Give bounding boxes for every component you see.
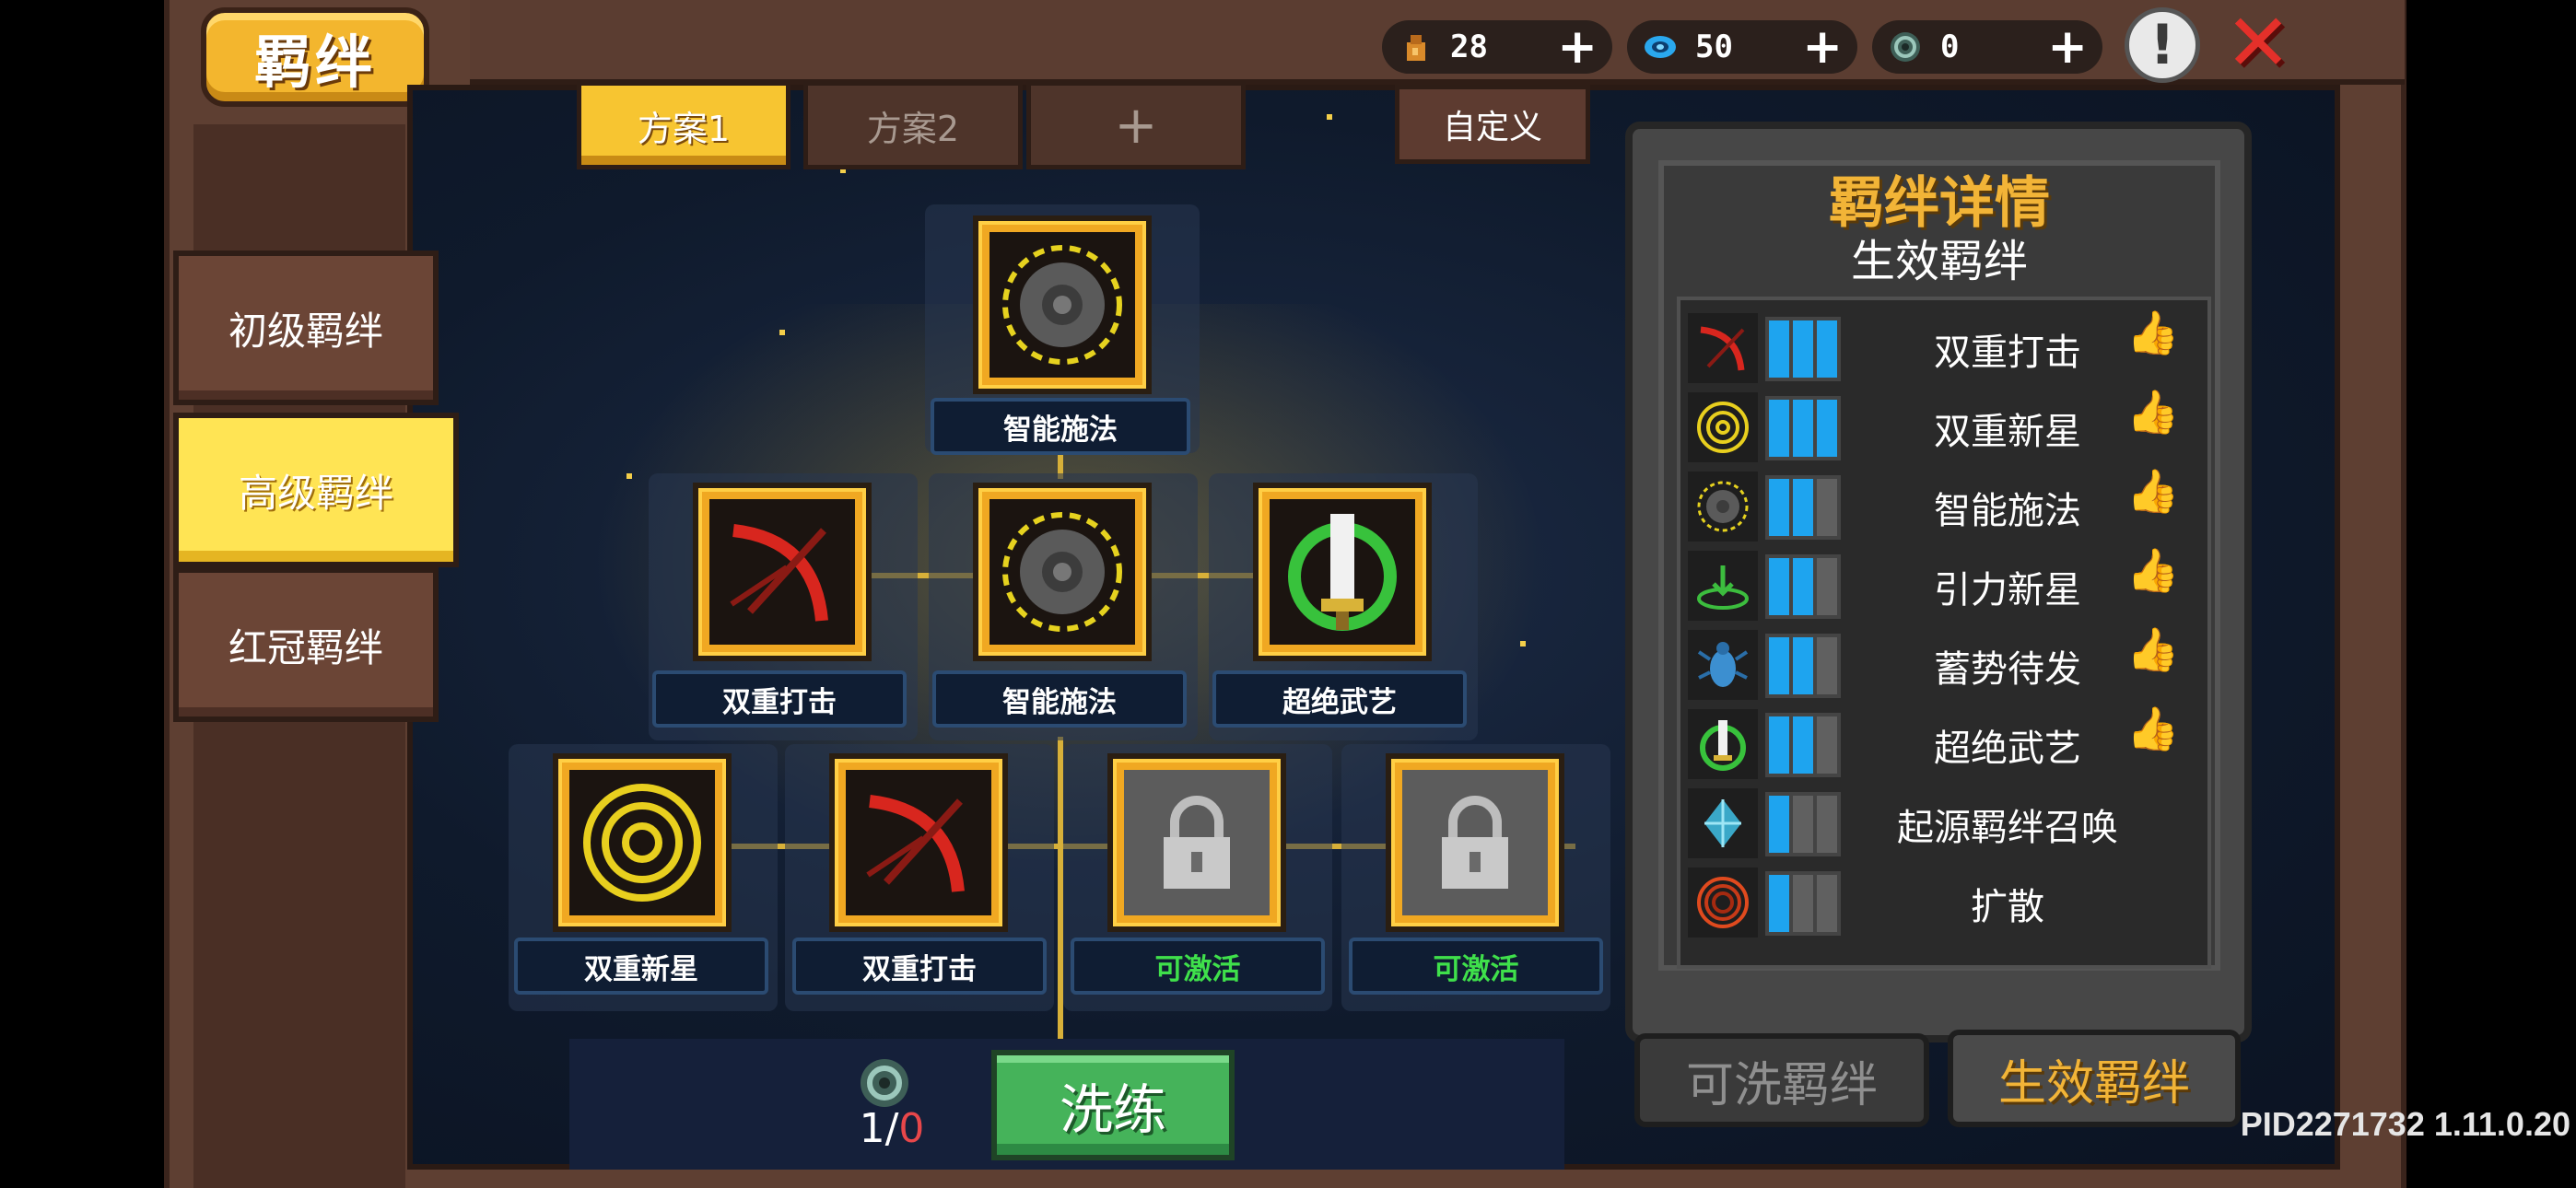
gold-bag-icon: [1397, 29, 1434, 65]
reroll-count: 1/0: [859, 1105, 925, 1152]
resource-gold: 28 +: [1382, 20, 1612, 74]
bond-name: 超绝武艺: [1934, 728, 2081, 770]
gem-value: 50: [1695, 29, 1733, 65]
thumbs-up-icon: 👍: [2126, 466, 2180, 516]
add-plan-button[interactable]: +: [1026, 81, 1246, 169]
vortex-value: 0: [1940, 29, 1960, 65]
gear-icon: [1688, 472, 1758, 542]
custom-button[interactable]: 自定义: [1395, 85, 1590, 164]
thumbs-up-icon: 👍: [2126, 308, 2180, 357]
thumbs-up-icon: 👍: [2126, 545, 2180, 595]
nova-ring-icon: [569, 770, 715, 915]
bond-name: 起源羁绊召唤: [1897, 807, 2118, 849]
tab-red-crown-bond[interactable]: 红冠羁绊: [173, 567, 439, 722]
bond-name: 蓄势待发: [1934, 648, 2081, 691]
level-bars: [1765, 634, 1841, 698]
gem-icon: [1642, 29, 1679, 65]
gear-icon: [989, 232, 1135, 378]
bond-name: 双重新星: [1934, 411, 2081, 453]
crossbow-icon: [846, 770, 991, 915]
tab-washable-bonds[interactable]: 可洗羁绊: [1634, 1033, 1929, 1127]
sword-icon: [1688, 709, 1758, 779]
node-label: 可激活: [1349, 938, 1603, 995]
list-item[interactable]: 双重打击 👍: [1680, 308, 2207, 385]
resource-vortex: 0 +: [1872, 20, 2102, 74]
version-label: PID2271732 1.11.0.20: [2240, 1105, 2570, 1143]
notice-button[interactable]: !: [2125, 7, 2200, 83]
level-bars: [1765, 475, 1841, 540]
level-bars: [1765, 396, 1841, 460]
close-icon: ✕: [2224, 0, 2292, 89]
bond-name: 引力新星: [1934, 569, 2081, 611]
list-item[interactable]: 引力新星 👍: [1680, 545, 2207, 623]
gold-value: 28: [1450, 29, 1488, 65]
crossbow-icon: [1688, 313, 1758, 383]
bond-name: 扩散: [1971, 886, 2044, 928]
lock-icon: [1124, 770, 1270, 915]
sword-icon: [1270, 499, 1415, 645]
level-bars: [1765, 792, 1841, 856]
crystal-icon: [1688, 788, 1758, 858]
thumbs-up-icon: 👍: [2126, 624, 2180, 674]
screen-title: 羁绊: [201, 7, 429, 107]
detail-subtitle: 生效羁绊: [1850, 236, 2028, 287]
gravity-icon: [1688, 551, 1758, 621]
list-item[interactable]: 双重新星 👍: [1680, 387, 2207, 464]
lock-icon: [1402, 770, 1548, 915]
exclamation-icon: !: [2149, 13, 2175, 77]
add-vortex-button[interactable]: +: [2047, 23, 2088, 71]
level-bars: [1765, 871, 1841, 936]
node-label: 超绝武艺: [1212, 670, 1467, 728]
resource-gem: 50 +: [1627, 20, 1857, 74]
node-label: 双重打击: [792, 938, 1047, 995]
list-item[interactable]: 扩散: [1680, 862, 2207, 939]
close-button[interactable]: ✕: [2219, 0, 2298, 89]
thumbs-up-icon: 👍: [2126, 387, 2180, 437]
reroll-button[interactable]: 洗练: [991, 1050, 1235, 1160]
list-item[interactable]: 超绝武艺 👍: [1680, 704, 2207, 781]
bond-name: 智能施法: [1934, 490, 2081, 532]
vortex-token-icon: [857, 1055, 912, 1111]
list-item[interactable]: 蓄势待发 👍: [1680, 624, 2207, 702]
node-label: 双重打击: [652, 670, 907, 728]
node-label: 双重新星: [514, 938, 768, 995]
node-label: 智能施法: [932, 670, 1187, 728]
crossbow-icon: [709, 499, 855, 645]
thumbs-up-icon: 👍: [2126, 704, 2180, 753]
tab-plan-1[interactable]: 方案1: [577, 81, 790, 169]
spread-ring-icon: [1688, 868, 1758, 938]
bond-name: 双重打击: [1934, 332, 2081, 374]
level-bars: [1765, 317, 1841, 381]
tab-plan-2[interactable]: 方案2: [803, 81, 1023, 169]
level-bars: [1765, 554, 1841, 619]
gear-icon: [989, 499, 1135, 645]
vortex-token-icon: [1887, 29, 1924, 65]
list-item[interactable]: 智能施法 👍: [1680, 466, 2207, 543]
active-bond-list[interactable]: 双重打击 👍 双重新星 👍 智能施法 👍 引力新星 👍 蓄势待发 👍 超绝武艺 …: [1677, 297, 2211, 969]
add-gold-button[interactable]: +: [1557, 23, 1598, 71]
tab-advanced-bond[interactable]: 高级羁绊: [173, 413, 459, 567]
add-gem-button[interactable]: +: [1802, 23, 1843, 71]
list-item[interactable]: 起源羁绊召唤: [1680, 783, 2207, 860]
nova-ring-icon: [1688, 392, 1758, 462]
tab-basic-bond[interactable]: 初级羁绊: [173, 250, 439, 405]
level-bars: [1765, 713, 1841, 777]
node-label: 智能施法: [931, 398, 1190, 455]
star-decoration: [1327, 114, 1332, 120]
node-label: 可激活: [1071, 938, 1325, 995]
beetle-icon: [1688, 630, 1758, 700]
